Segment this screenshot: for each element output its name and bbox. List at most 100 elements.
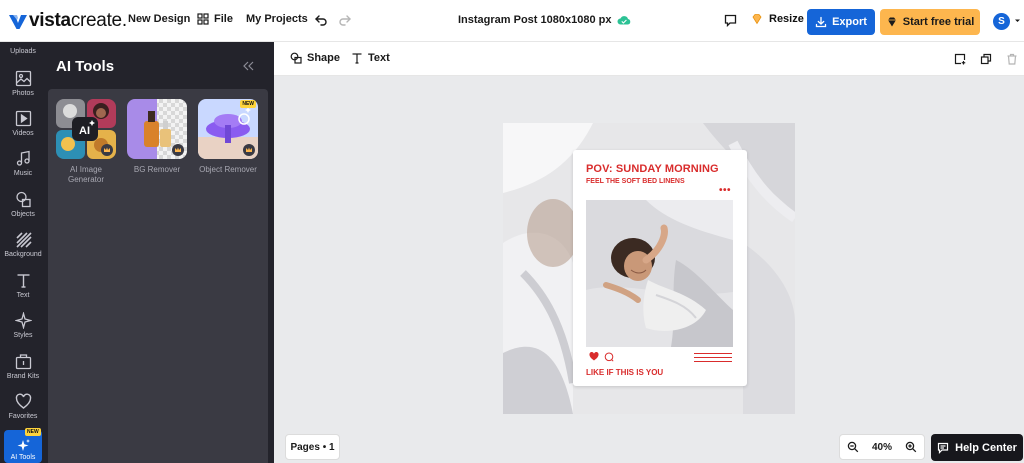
shapes-icon — [15, 191, 31, 208]
svg-text:AI: AI — [79, 125, 90, 137]
post-photo[interactable] — [586, 200, 733, 347]
zoom-control: 40% — [839, 434, 925, 460]
rail-item-photos[interactable]: Photos — [0, 70, 46, 97]
export-label: Export — [832, 16, 867, 28]
sparkle-icon — [14, 312, 32, 329]
zoom-out-icon[interactable] — [847, 441, 859, 453]
download-icon — [815, 16, 827, 28]
cloud-saved-icon — [617, 16, 631, 25]
tool-label-object-remover: Object Remover — [199, 165, 257, 174]
tool-bg-remover[interactable]: BG Remover — [127, 99, 187, 175]
panel-title: AI Tools — [56, 58, 115, 75]
rail-label-text: Text — [16, 292, 30, 299]
trash-icon[interactable] — [1006, 53, 1018, 65]
grid-icon — [197, 13, 209, 25]
redo-icon[interactable] — [338, 13, 352, 27]
new-badge: NEW — [25, 428, 41, 436]
add-page-icon[interactable] — [954, 53, 966, 65]
text-icon — [352, 53, 362, 64]
collapse-panel-icon[interactable] — [242, 61, 254, 71]
brand-kit-icon — [15, 354, 31, 370]
canvas-toolbar: Shape Text — [274, 42, 1024, 76]
pages-button[interactable]: Pages • 1 — [285, 434, 340, 460]
rail-item-brand-kits[interactable]: Brand Kits — [0, 353, 46, 380]
photo-icon — [15, 70, 31, 87]
text-label: Text — [368, 52, 390, 64]
background-pattern-icon — [15, 232, 32, 248]
tool-ai-image-generator[interactable]: AI AI Image Generator — [56, 99, 116, 185]
new-design-button[interactable]: New Design — [128, 13, 190, 25]
comment-icon[interactable] — [724, 14, 737, 27]
ai-sparkle-icon — [17, 439, 30, 451]
woman-in-bed-photo — [586, 200, 733, 347]
shape-icon — [290, 52, 302, 64]
decorative-lines — [694, 353, 732, 365]
new-badge: NEW — [240, 100, 256, 108]
logo-text: vistacreate. — [29, 10, 127, 31]
duplicate-icon[interactable] — [980, 53, 992, 65]
rail-label-videos: Videos — [12, 130, 34, 137]
rail-item-favorites[interactable]: Favorites — [0, 393, 46, 420]
chevron-down-icon[interactable] — [1014, 17, 1021, 24]
tool-label-ai-image-generator: AI Image Generator — [67, 165, 105, 184]
rail-item-music[interactable]: Music — [0, 150, 46, 177]
export-button[interactable]: Export — [807, 9, 875, 35]
heart-icon[interactable] — [589, 352, 599, 361]
rail-label-objects: Objects — [11, 211, 35, 218]
post-title[interactable]: POV: SUNDAY MORNING — [586, 163, 719, 175]
text-button[interactable]: Text — [351, 52, 390, 64]
ai-image-generator-thumbnail: AI — [56, 99, 116, 159]
rail-item-uploads[interactable]: Uploads — [0, 48, 46, 55]
file-menu-button[interactable]: File — [197, 13, 233, 25]
shape-label: Shape — [307, 52, 341, 64]
start-free-trial-label: Start free trial — [902, 16, 975, 28]
document-title-text: Instagram Post 1080x1080 px — [458, 14, 612, 26]
tools-grid: AI AI Image Generator BG Remover NEW Obj… — [48, 89, 268, 463]
start-free-trial-button[interactable]: Start free trial — [880, 9, 980, 35]
canvas-workspace[interactable]: POV: SUNDAY MORNING FEEL THE SOFT BED LI… — [274, 76, 1024, 463]
tool-object-remover[interactable]: NEW Object Remover — [198, 99, 258, 175]
zoom-level: 40% — [871, 441, 892, 453]
rail-item-styles[interactable]: Styles — [0, 312, 46, 339]
rail-item-videos[interactable]: Videos — [0, 110, 46, 137]
left-rail: Uploads Photos Videos Music Objects Back… — [0, 42, 46, 463]
post-call-to-action[interactable]: LIKE IF THIS IS YOU — [586, 368, 663, 377]
object-remover-thumbnail: NEW — [198, 99, 258, 159]
rail-label-brand-kits: Brand Kits — [6, 373, 40, 380]
rail-label-favorites: Favorites — [8, 413, 38, 420]
help-center-button[interactable]: Help Center — [931, 434, 1023, 461]
resize-label: Resize — [769, 13, 804, 25]
top-bar: vistacreate. New Design File My Projects… — [0, 0, 1024, 42]
tool-label-bg-remover: BG Remover — [133, 165, 181, 174]
comment-bubble-icon[interactable] — [604, 352, 614, 362]
rail-item-background[interactable]: Background — [0, 231, 46, 258]
my-projects-label: My Projects — [246, 13, 308, 25]
my-projects-button[interactable]: My Projects — [246, 13, 308, 25]
shape-button[interactable]: Shape — [290, 52, 340, 64]
design-artboard[interactable]: POV: SUNDAY MORNING FEEL THE SOFT BED LI… — [503, 123, 795, 414]
rail-item-objects[interactable]: Objects — [0, 191, 46, 218]
rail-label-photos: Photos — [12, 90, 34, 97]
resize-button[interactable]: Resize — [751, 13, 804, 25]
post-subtitle[interactable]: FEEL THE SOFT BED LINENS — [586, 178, 685, 185]
zoom-in-icon[interactable] — [905, 441, 917, 453]
premium-crown-icon — [172, 144, 184, 156]
ai-tools-panel: AI Tools AI AI Image Generator BG Remove… — [46, 42, 274, 463]
diamond-crown-icon — [752, 14, 762, 25]
document-title[interactable]: Instagram Post 1080x1080 px — [458, 14, 631, 26]
text-icon — [17, 274, 29, 288]
rail-item-text[interactable]: Text — [0, 272, 46, 299]
chat-help-icon — [938, 442, 949, 454]
premium-crown-icon — [243, 144, 255, 156]
rail-label-ai-tools: AI Tools — [10, 454, 36, 461]
user-avatar[interactable]: S — [993, 13, 1010, 30]
vistacreate-logo[interactable]: vistacreate. — [8, 9, 127, 33]
undo-icon[interactable] — [314, 13, 328, 27]
more-dots-icon[interactable]: ••• — [719, 185, 731, 196]
music-note-icon — [16, 150, 30, 166]
video-icon — [15, 110, 31, 127]
help-center-label: Help Center — [955, 441, 1017, 454]
rail-label-background: Background — [4, 251, 42, 258]
vistacreate-logo-mark-icon — [9, 15, 27, 29]
instagram-post-card[interactable]: POV: SUNDAY MORNING FEEL THE SOFT BED LI… — [573, 150, 747, 386]
